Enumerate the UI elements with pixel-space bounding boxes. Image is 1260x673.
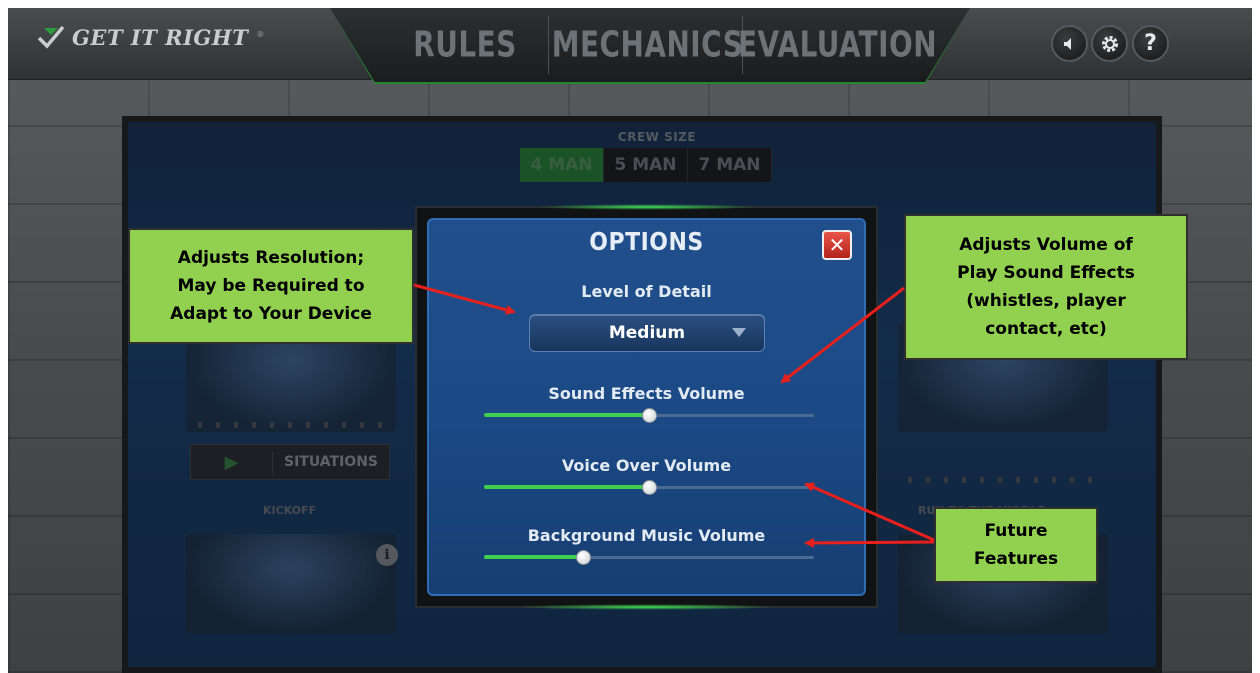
background-music-volume-slider[interactable] bbox=[484, 550, 814, 565]
sound-button[interactable] bbox=[1051, 25, 1088, 62]
level-of-detail-label: Level of Detail bbox=[581, 282, 712, 301]
dialog-glow bbox=[537, 204, 757, 210]
options-dialog: OPTIONS ✕ Level of Detail Medium Sound E… bbox=[415, 204, 878, 610]
slider-fill bbox=[484, 413, 649, 417]
resolution-callout: Adjusts Resolution; May be Required to A… bbox=[128, 228, 414, 344]
sound-effects-volume-slider[interactable] bbox=[484, 408, 814, 423]
future-features-callout: Future Features bbox=[934, 507, 1098, 583]
options-panel: OPTIONS ✕ Level of Detail Medium Sound E… bbox=[427, 218, 866, 596]
logo-text: GET IT RIGHT bbox=[72, 24, 249, 50]
tab-evaluation[interactable]: EVALUATION bbox=[738, 16, 937, 74]
help-icon: ? bbox=[1144, 31, 1157, 56]
speaker-icon bbox=[1063, 37, 1071, 50]
logo: GET IT RIGHT ® bbox=[36, 22, 264, 52]
dialog-glow bbox=[517, 604, 777, 610]
slider-knob[interactable] bbox=[576, 550, 591, 565]
settings-button[interactable] bbox=[1091, 25, 1128, 62]
slider-knob[interactable] bbox=[642, 408, 657, 423]
slider-fill bbox=[484, 485, 649, 489]
level-of-detail-value: Medium bbox=[608, 323, 686, 343]
voice-over-volume-label: Voice Over Volume bbox=[561, 456, 732, 475]
tab-rules[interactable]: RULES bbox=[400, 16, 530, 74]
checkmark-logo-icon bbox=[37, 25, 65, 49]
close-button[interactable]: ✕ bbox=[822, 230, 852, 260]
nav-tabs: RULES MECHANICS EVALUATION bbox=[330, 8, 970, 82]
nav-divider bbox=[548, 16, 549, 74]
level-of-detail-select[interactable]: Medium bbox=[529, 314, 765, 352]
gear-icon bbox=[1101, 35, 1118, 52]
chevron-down-icon bbox=[732, 328, 746, 337]
dialog-title: OPTIONS bbox=[589, 228, 704, 257]
volume-callout: Adjusts Volume of Play Sound Effects (wh… bbox=[904, 214, 1188, 360]
voice-over-volume-slider[interactable] bbox=[484, 480, 814, 495]
slider-fill bbox=[484, 555, 583, 559]
background-music-volume-label: Background Music Volume bbox=[527, 526, 766, 545]
help-button[interactable]: ? bbox=[1132, 25, 1169, 62]
registered-mark: ® bbox=[256, 30, 265, 39]
tab-mechanics[interactable]: MECHANICS bbox=[552, 16, 743, 74]
slider-knob[interactable] bbox=[642, 480, 657, 495]
sound-effects-volume-label: Sound Effects Volume bbox=[548, 384, 745, 403]
